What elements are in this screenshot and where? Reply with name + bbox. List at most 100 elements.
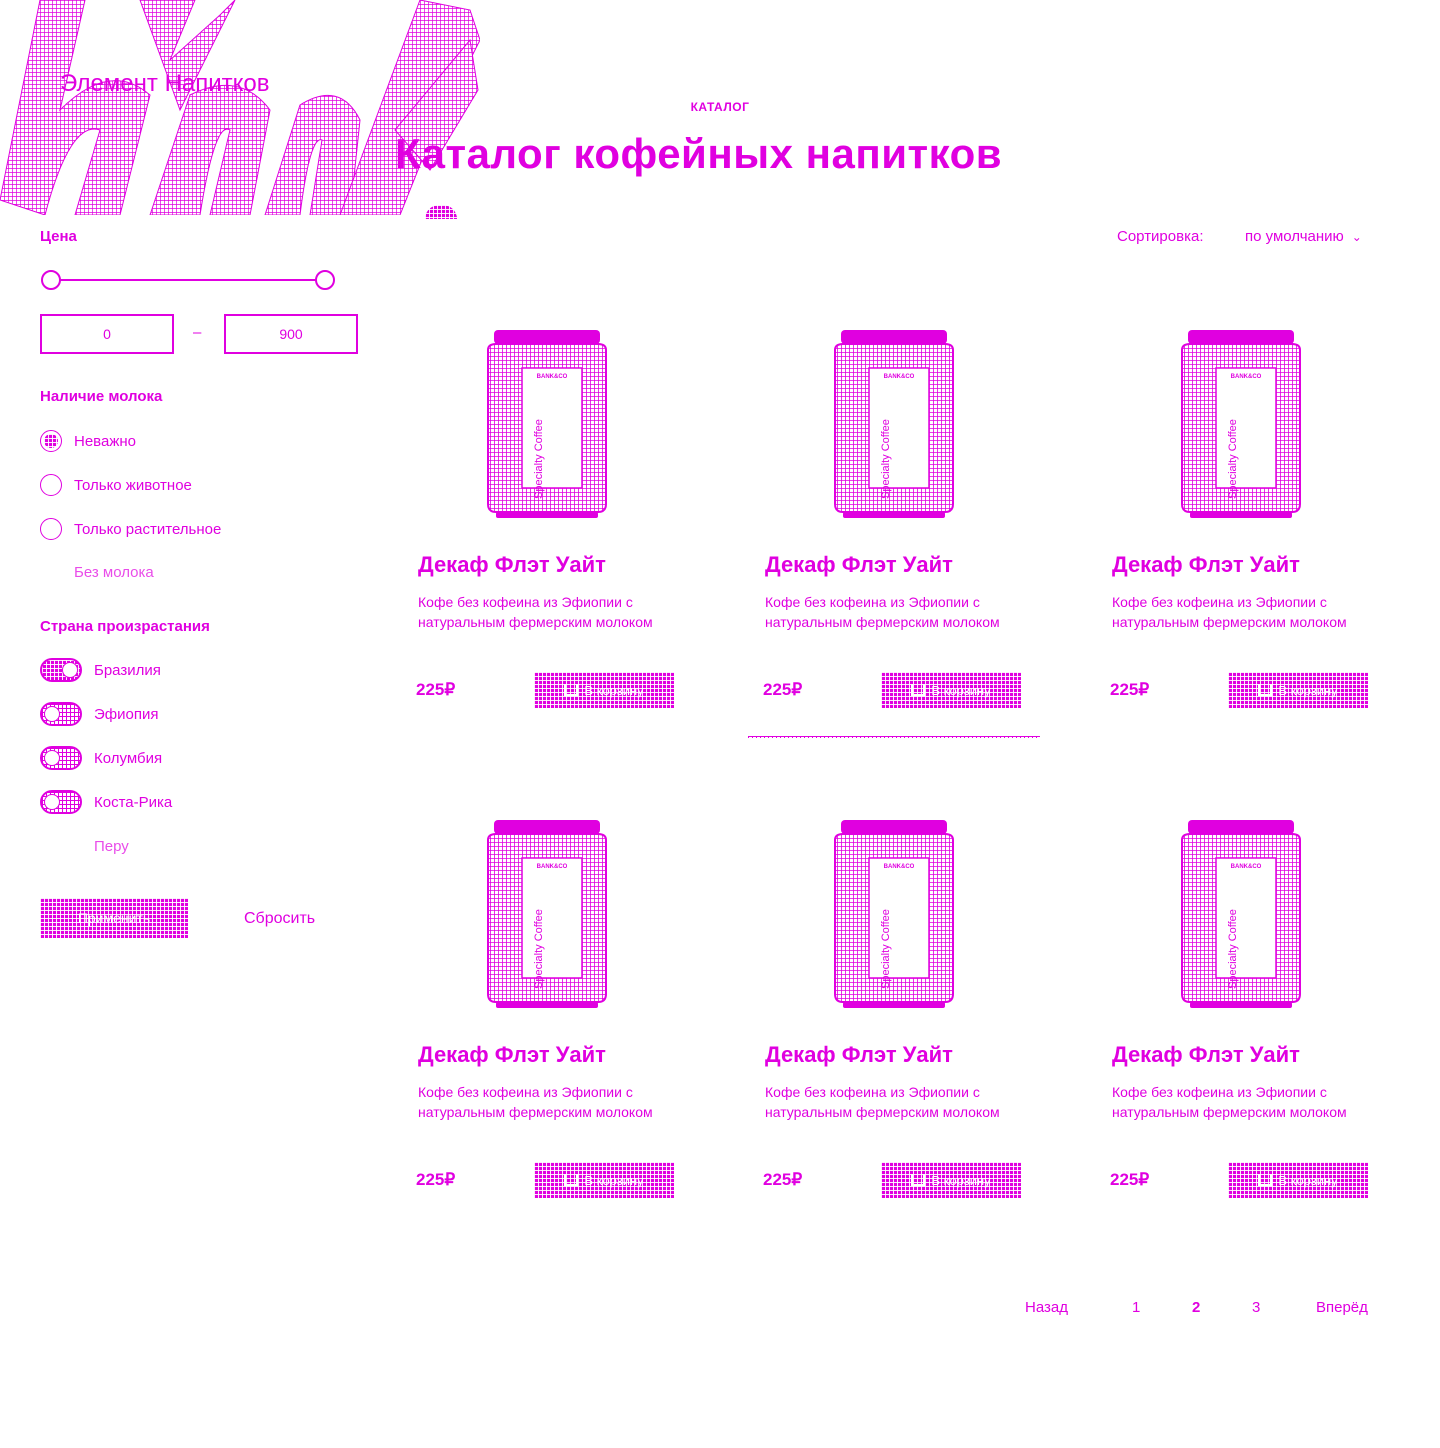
toggle-on-icon (40, 658, 82, 682)
product-image[interactable]: BANK&CO Specialty Coffee (1176, 818, 1306, 1008)
milk-option-any[interactable]: Неважно (40, 430, 136, 452)
coffee-can-icon (487, 820, 607, 1008)
coffee-can-icon (487, 330, 607, 518)
cart-icon (1258, 684, 1273, 696)
sort-value: по умолчанию (1245, 228, 1344, 245)
can-label: Specialty Coffee (880, 419, 892, 499)
product-price: 225₽ (1110, 1170, 1150, 1189)
milk-option-more[interactable]: Без молока (74, 564, 154, 581)
product-title[interactable]: Декаф Флэт Уайт (1112, 1042, 1300, 1068)
country-toggle-brazil[interactable]: Бразилия (40, 658, 161, 682)
radio-selected-icon (40, 430, 62, 452)
price-filter-label: Цена (40, 228, 77, 245)
country-option-more[interactable]: Перу (94, 838, 129, 855)
pagination-next[interactable]: Вперёд (1316, 1299, 1368, 1316)
can-label: Specialty Coffee (533, 909, 545, 989)
price-separator: – (193, 324, 202, 341)
milk-filter-label: Наличие молока (40, 388, 163, 405)
product-card[interactable]: BANK&CO Specialty Coffee Декаф Флэт Уайт… (1110, 818, 1372, 1198)
brand-name: Элемент Напитков (60, 70, 270, 97)
country-toggle-ethiopia[interactable]: Эфиопия (40, 702, 158, 726)
product-price: 225₽ (763, 1170, 803, 1189)
product-price: 225₽ (416, 1170, 456, 1189)
coffee-can-icon (1181, 820, 1301, 1008)
cart-icon (1258, 1174, 1273, 1186)
pagination-page-1[interactable]: 1 (1132, 1299, 1140, 1316)
product-price: 225₽ (1110, 680, 1150, 699)
can-brand: BANK&CO (536, 374, 568, 380)
product-title[interactable]: Декаф Флэт Уайт (418, 1042, 606, 1068)
product-description: Кофе без кофеина из Эфиопии с натуральны… (418, 594, 653, 630)
page-title: Каталог кофейных напитков (395, 130, 1003, 177)
product-description: Кофе без кофеина из Эфиопии с натуральны… (765, 1084, 1000, 1120)
product-image[interactable]: BANK&CO Specialty Coffee (829, 328, 959, 518)
price-max-input[interactable]: 900 (224, 314, 358, 354)
product-price: 225₽ (763, 680, 803, 699)
cart-icon (911, 684, 926, 696)
product-card[interactable]: BANK&CO Specialty Coffee Декаф Флэт Уайт… (416, 818, 678, 1198)
product-image[interactable]: BANK&CO Specialty Coffee (482, 328, 612, 518)
product-price: 225₽ (416, 680, 456, 699)
product-description: Кофе без кофеина из Эфиопии с натуральны… (1112, 1084, 1347, 1120)
radio-icon (40, 474, 62, 496)
add-to-cart-button[interactable]: В корзину (534, 1162, 674, 1198)
toggle-off-icon (40, 790, 82, 814)
product-card[interactable]: BANK&CO Specialty Coffee Декаф Флэт Уайт… (1110, 328, 1372, 708)
can-brand: BANK&CO (883, 374, 915, 380)
product-card[interactable]: BANK&CO Specialty Coffee Декаф Флэт Уайт… (416, 328, 678, 708)
add-to-cart-button[interactable]: В корзину (881, 672, 1021, 708)
product-card[interactable]: BANK&CO Specialty Coffee Декаф Флэт Уайт… (763, 328, 1025, 708)
sort-label: Сортировка: (1117, 228, 1204, 245)
can-label: Specialty Coffee (1227, 419, 1239, 499)
milk-option-animal[interactable]: Только животное (40, 474, 192, 496)
pagination-page-2-current[interactable]: 2 (1192, 1299, 1200, 1316)
pagination-prev[interactable]: Назад (1025, 1299, 1068, 1316)
can-brand: BANK&CO (1230, 374, 1262, 380)
coffee-can-icon (834, 820, 954, 1008)
can-label: Specialty Coffee (533, 419, 545, 499)
product-title[interactable]: Декаф Флэт Уайт (765, 552, 953, 578)
cart-icon (564, 1174, 579, 1186)
product-image[interactable]: BANK&CO Specialty Coffee (829, 818, 959, 1008)
milk-option-plant[interactable]: Только растительное (40, 518, 221, 540)
toggle-off-icon (40, 702, 82, 726)
price-min-input[interactable]: 0 (40, 314, 174, 354)
country-toggle-colombia[interactable]: Колумбия (40, 746, 162, 770)
country-toggle-costa-rica[interactable]: Коста-Рика (40, 790, 172, 814)
price-slider-max-handle[interactable] (315, 270, 335, 290)
can-brand: BANK&CO (536, 864, 568, 870)
row-divider (748, 736, 1040, 738)
can-brand: BANK&CO (1230, 864, 1262, 870)
country-filter-label: Страна произрастания (40, 618, 210, 635)
can-label: Specialty Coffee (1227, 909, 1239, 989)
sort-select[interactable]: по умолчанию ⌄ (1245, 228, 1362, 245)
add-to-cart-button[interactable]: В корзину (534, 672, 674, 708)
product-image[interactable]: BANK&CO Specialty Coffee (1176, 328, 1306, 518)
apply-filters-button[interactable]: Применить (40, 898, 188, 938)
toggle-off-icon (40, 746, 82, 770)
add-to-cart-button[interactable]: В корзину (1228, 672, 1368, 708)
add-to-cart-button[interactable]: В корзину (881, 1162, 1021, 1198)
product-image[interactable]: BANK&CO Specialty Coffee (482, 818, 612, 1008)
product-title[interactable]: Декаф Флэт Уайт (418, 552, 606, 578)
product-title[interactable]: Декаф Флэт Уайт (765, 1042, 953, 1068)
cart-icon (564, 684, 579, 696)
add-to-cart-button[interactable]: В корзину (1228, 1162, 1368, 1198)
coffee-can-icon (1181, 330, 1301, 518)
product-description: Кофе без кофеина из Эфиопии с натуральны… (765, 594, 1000, 630)
can-label: Specialty Coffee (880, 909, 892, 989)
price-slider-min-handle[interactable] (41, 270, 61, 290)
chevron-down-icon: ⌄ (1351, 229, 1362, 244)
pagination-page-3[interactable]: 3 (1252, 1299, 1260, 1316)
price-slider-track[interactable] (52, 279, 324, 281)
product-card[interactable]: BANK&CO Specialty Coffee Декаф Флэт Уайт… (763, 818, 1025, 1198)
can-brand: BANK&CO (883, 864, 915, 870)
coffee-can-icon (834, 330, 954, 518)
product-description: Кофе без кофеина из Эфиопии с натуральны… (418, 1084, 653, 1120)
reset-filters-button[interactable]: Сбросить (244, 910, 315, 928)
product-description: Кофе без кофеина из Эфиопии с натуральны… (1112, 594, 1347, 630)
radio-icon (40, 518, 62, 540)
product-title[interactable]: Декаф Флэт Уайт (1112, 552, 1300, 578)
breadcrumb[interactable]: КАТАЛОГ (0, 100, 1440, 114)
cart-icon (911, 1174, 926, 1186)
